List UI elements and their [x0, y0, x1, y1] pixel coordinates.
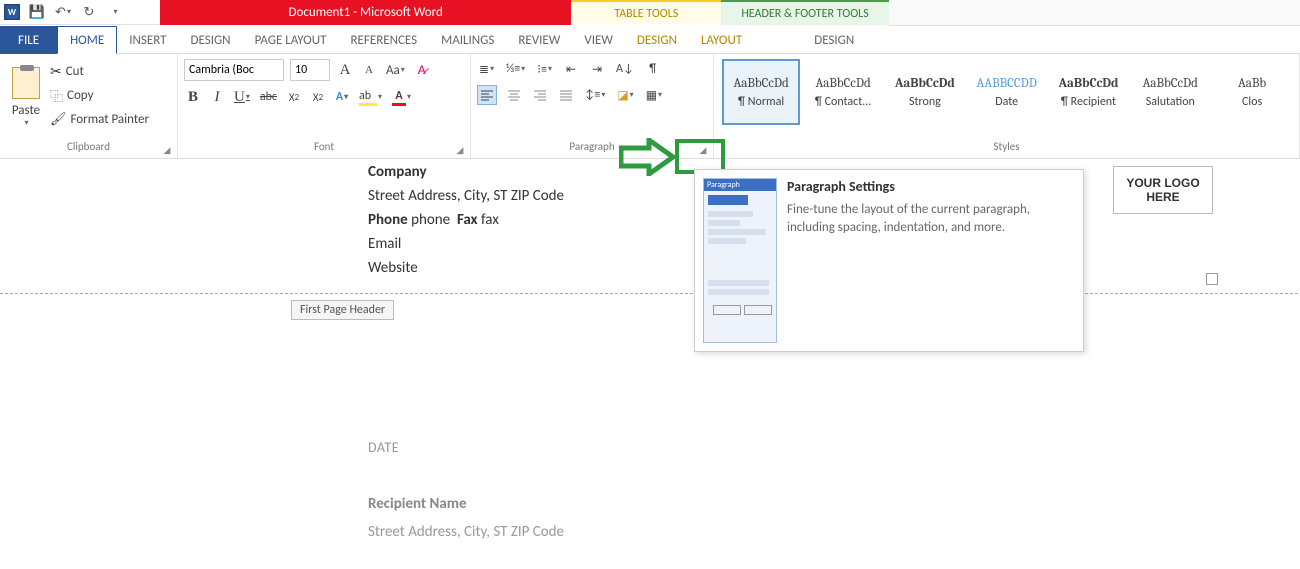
copy-icon: ⿻ — [50, 86, 63, 105]
paragraph-settings-tooltip: Paragraph Paragraph Settings Fine-tune t… — [694, 169, 1084, 352]
shrink-font-button[interactable]: A — [360, 60, 378, 80]
header-footer-tools-context: HEADER & FOOTER TOOLS — [721, 0, 888, 25]
align-right-button[interactable] — [531, 85, 549, 105]
line-spacing-button[interactable]: ↕≡▾ — [583, 85, 607, 105]
tab-table-layout[interactable]: LAYOUT — [689, 26, 754, 54]
save-button[interactable]: 💾 — [28, 3, 46, 21]
logo-placeholder[interactable]: YOUR LOGO HERE — [1113, 166, 1213, 214]
doc-phone-line[interactable]: Phone phone Fax fax — [368, 208, 564, 232]
tab-file[interactable]: FILE — [0, 26, 57, 54]
window-title: Document1 - Microsoft Word — [160, 0, 571, 25]
clear-formatting-button[interactable]: A̷ — [413, 60, 431, 80]
clipboard-dialog-launcher[interactable]: ◢ — [161, 144, 173, 156]
font-group-label: Font — [184, 138, 464, 155]
align-left-button[interactable] — [477, 85, 497, 105]
tooltip-title: Paragraph Settings — [787, 178, 1075, 195]
style-item[interactable]: AaBbCcDd¶ Contact... — [804, 59, 882, 125]
sort-button[interactable]: A↓ — [614, 59, 636, 79]
increase-indent-button[interactable]: ⇥ — [588, 59, 606, 79]
instruction-arrow — [619, 138, 677, 176]
show-marks-button[interactable]: ¶ — [644, 59, 662, 79]
word-app-icon[interactable]: W — [4, 4, 20, 20]
tab-design[interactable]: DESIGN — [179, 26, 243, 54]
doc-recipient-name[interactable]: Recipient Name — [368, 490, 564, 519]
underline-button[interactable]: U▾ — [232, 87, 252, 107]
font-size-input[interactable] — [290, 59, 330, 81]
text-effects-button[interactable]: A▾ — [333, 87, 351, 107]
paste-button[interactable]: Paste ▾ — [6, 57, 46, 138]
subscript-button[interactable]: X2 — [285, 87, 303, 107]
borders-button[interactable]: ▦▾ — [644, 85, 664, 105]
styles-group-label: Styles — [720, 138, 1293, 155]
font-dialog-launcher[interactable]: ◢ — [454, 144, 466, 156]
doc-recipient-address[interactable]: Street Address, City, ST ZIP Code — [368, 518, 564, 547]
align-center-button[interactable] — [505, 85, 523, 105]
highlight-button[interactable]: ab▾ — [357, 87, 384, 107]
tab-home[interactable]: HOME — [57, 26, 117, 54]
style-item[interactable]: AaBbCcDdSalutation — [1131, 59, 1209, 125]
cut-button[interactable]: ✂Cut — [50, 61, 149, 81]
format-painter-button[interactable]: 🖌Format Painter — [50, 109, 149, 129]
paste-icon — [12, 67, 40, 99]
undo-button[interactable]: ↶▾ — [54, 3, 72, 21]
tab-mailings[interactable]: MAILINGS — [429, 26, 506, 54]
tab-references[interactable]: REFERENCES — [338, 26, 429, 54]
tooltip-preview-image: Paragraph — [703, 178, 777, 343]
superscript-button[interactable]: X2 — [309, 87, 327, 107]
tab-review[interactable]: REVIEW — [506, 26, 572, 54]
font-name-input[interactable] — [184, 59, 284, 81]
shading-button[interactable]: ◪▾ — [615, 85, 635, 105]
justify-button[interactable] — [557, 85, 575, 105]
font-color-button[interactable]: A▾ — [390, 87, 413, 107]
header-section-tag: First Page Header — [291, 300, 394, 320]
table-tools-context: TABLE TOOLS — [571, 0, 721, 25]
tab-view[interactable]: VIEW — [572, 26, 625, 54]
numbering-button[interactable]: ⅓≡▾ — [504, 59, 527, 79]
doc-company[interactable]: Company — [368, 160, 564, 184]
style-item[interactable]: AaBbCcDd¶ Recipient — [1050, 59, 1128, 125]
tab-insert[interactable]: INSERT — [117, 26, 178, 54]
table-end-marker — [1206, 273, 1218, 285]
styles-gallery[interactable]: AaBbCcDd¶ NormalAaBbCcDd¶ Contact...AaBb… — [720, 57, 1293, 138]
header-boundary — [0, 293, 1300, 294]
qat-customize[interactable]: ▾ — [106, 3, 124, 21]
italic-button[interactable]: I — [208, 87, 226, 107]
doc-website[interactable]: Website — [368, 256, 564, 280]
style-item[interactable]: AaBbCcDd¶ Normal — [722, 59, 800, 125]
style-item[interactable]: AaBbCcDdStrong — [886, 59, 964, 125]
decrease-indent-button[interactable]: ⇤ — [562, 59, 580, 79]
tab-header-footer-design[interactable]: DESIGN — [754, 26, 914, 54]
redo-button[interactable]: ↻ — [80, 3, 98, 21]
strikethrough-button[interactable]: abc — [258, 87, 279, 107]
bold-button[interactable]: B — [184, 87, 202, 107]
grow-font-button[interactable]: A — [336, 60, 354, 80]
paintbrush-icon: 🖌 — [50, 112, 67, 127]
style-item[interactable]: AABBCCDDDate — [968, 59, 1046, 125]
doc-date[interactable]: DATE — [368, 435, 564, 462]
doc-address[interactable]: Street Address, City, ST ZIP Code — [368, 184, 564, 208]
tab-page-layout[interactable]: PAGE LAYOUT — [243, 26, 339, 54]
clipboard-group-label: Clipboard — [6, 138, 171, 155]
tab-table-design[interactable]: DESIGN — [625, 26, 689, 54]
change-case-button[interactable]: Aa▾ — [384, 60, 407, 80]
tooltip-body: Fine-tune the layout of the current para… — [787, 201, 1075, 237]
bullets-button[interactable]: ≣▾ — [477, 59, 496, 79]
doc-email[interactable]: Email — [368, 232, 564, 256]
multilevel-list-button[interactable]: ⁝≡▾ — [535, 59, 554, 79]
style-item[interactable]: AaBbClos — [1213, 59, 1291, 125]
copy-button[interactable]: ⿻Copy — [50, 85, 149, 105]
scissors-icon: ✂ — [50, 63, 62, 80]
